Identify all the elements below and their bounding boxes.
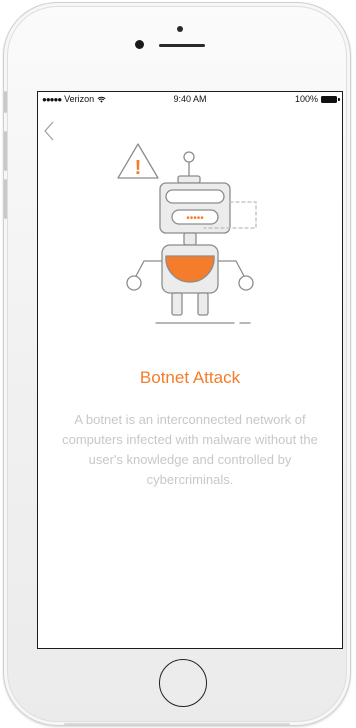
phone-frame: ●●●●● Verizon 9:40 AM 100% ! ••••• Botne…: [3, 2, 351, 726]
phone-screen: ●●●●● Verizon 9:40 AM 100% ! ••••• Botne…: [37, 91, 343, 649]
earpiece-speaker: [159, 44, 205, 47]
battery-icon: [321, 95, 340, 103]
mute-switch: [4, 91, 7, 113]
page-description: A botnet is an interconnected network of…: [62, 412, 318, 487]
front-camera: [135, 40, 144, 49]
chevron-left-icon: [44, 121, 54, 141]
volume-down-button: [4, 179, 7, 219]
back-button[interactable]: [42, 120, 58, 142]
battery-percentage: 100%: [294, 94, 318, 104]
robot-warning-illustration: ! •••••: [117, 143, 257, 324]
warning-mark: !: [135, 157, 142, 179]
status-bar: ●●●●● Verizon 9:40 AM 100%: [38, 92, 342, 106]
robot-mouth: •••••: [186, 213, 204, 224]
volume-up-button: [4, 131, 7, 171]
home-button[interactable]: [159, 659, 207, 707]
proximity-sensor: [177, 26, 183, 32]
page-title: Botnet Attack: [139, 368, 241, 387]
bottom-edge: [64, 723, 290, 725]
status-right: 100%: [294, 94, 340, 104]
